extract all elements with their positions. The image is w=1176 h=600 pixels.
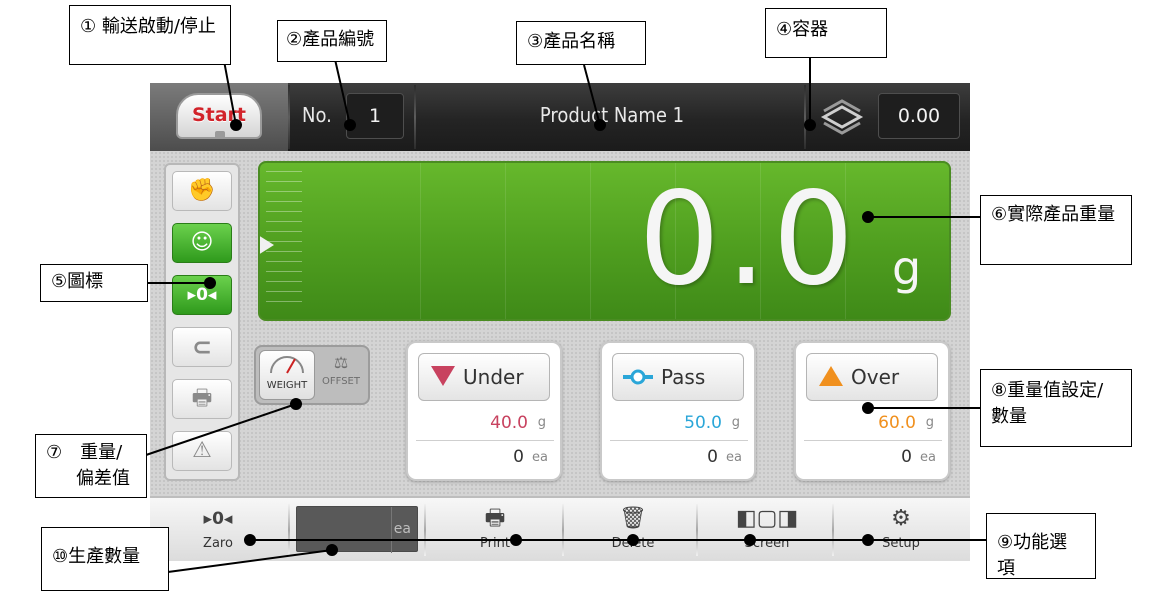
- callout-1-text: ① 輸送啟動/停止: [80, 16, 216, 37]
- top-bar: Start No. 1 Product Name 1 0.00: [150, 83, 970, 151]
- product-name-field[interactable]: Product Name 1: [422, 103, 802, 127]
- down-triangle-icon: [431, 366, 455, 386]
- pass-unit: g: [731, 415, 740, 430]
- production-counter: ea: [296, 506, 418, 553]
- weight-offset-toggle[interactable]: WEIGHT ⚖ OFFSET: [254, 345, 370, 405]
- start-button-label: Start: [191, 104, 247, 126]
- counter-unit: ea: [393, 521, 411, 537]
- over-card: Over 60.0 g 0 ea: [794, 341, 950, 481]
- callout-3: ③產品名稱: [516, 21, 646, 65]
- weight-value: 0.0: [638, 165, 860, 314]
- weight-mode-label: WEIGHT: [266, 380, 308, 391]
- status-icon-column: ✊ ☺ ▸0◂ ⊂ 🖶 ⚠: [164, 163, 240, 481]
- over-count: 0 ea: [806, 447, 938, 473]
- callout-2: ②產品編號: [277, 20, 387, 62]
- callout-10: ⑩生產數量: [41, 527, 169, 591]
- pass-weight-value[interactable]: 50.0 g: [612, 413, 744, 441]
- callout-7: ⑦ 重量/ 偏差值: [35, 434, 147, 498]
- scale-screen: Start No. 1 Product Name 1 0.00 ✊ ☺ ▸0◂ …: [150, 83, 970, 561]
- product-no-field[interactable]: 1: [346, 93, 404, 139]
- callout-6: ⑥實際產品重量: [980, 195, 1132, 265]
- printer-icon[interactable]: 🖶: [172, 379, 232, 419]
- start-area: Start: [150, 83, 288, 151]
- delete-label: Delete: [611, 536, 655, 551]
- zero-arrows-icon[interactable]: ▸0◂: [172, 275, 232, 315]
- zaro-label: Zaro: [203, 536, 233, 551]
- gear-icon: ⚙: [891, 506, 911, 531]
- callout-4: ④容器: [765, 8, 887, 58]
- zaro-button[interactable]: ▸0◂ Zaro: [158, 502, 278, 560]
- start-button[interactable]: Start: [176, 93, 262, 139]
- under-count-unit: ea: [532, 450, 548, 465]
- over-count-unit: ea: [920, 450, 936, 465]
- callout-10-text: ⑩生產數量: [52, 546, 141, 567]
- over-unit: g: [925, 415, 934, 430]
- screen-icon: ◧▢◨: [735, 506, 799, 531]
- over-button[interactable]: Over: [806, 353, 938, 401]
- callout-2-text: ②產品編號: [286, 29, 375, 50]
- pass-value: 50.0: [684, 413, 722, 433]
- trash-icon: 🗑: [619, 506, 647, 531]
- callout-1: ① 輸送啟動/停止: [69, 5, 231, 65]
- callout-7-text-1: ⑦ 重量/: [46, 442, 123, 463]
- weight-unit: g: [892, 241, 922, 295]
- tare-value-field[interactable]: 0.00: [878, 93, 960, 139]
- over-weight-value[interactable]: 60.0 g: [806, 413, 938, 441]
- pass-label: Pass: [661, 365, 706, 389]
- print-label: Print: [480, 536, 510, 551]
- over-label: Over: [851, 365, 900, 389]
- hand-stop-icon[interactable]: ✊: [172, 171, 232, 211]
- under-value: 40.0: [490, 413, 528, 433]
- product-no-label: No.: [302, 103, 332, 127]
- over-count-value: 0: [901, 447, 912, 467]
- under-count: 0 ea: [418, 447, 550, 473]
- pass-count-value: 0: [707, 447, 718, 467]
- bottom-toolbar: ▸0◂ Zaro ea 🖶 Print 🗑 Delete ◧▢◨ Screen …: [150, 496, 970, 561]
- callout-5: ⑤圖標: [40, 264, 148, 302]
- callout-9: ⑨功能選項: [986, 513, 1096, 579]
- screen-label: Screen: [744, 536, 790, 551]
- under-weight-value[interactable]: 40.0 g: [418, 413, 550, 441]
- screen-button[interactable]: ◧▢◨ Screen: [702, 502, 832, 560]
- pass-count: 0 ea: [612, 447, 744, 473]
- under-button[interactable]: Under: [418, 353, 550, 401]
- smile-face-icon[interactable]: ☺: [172, 223, 232, 263]
- offset-icon: ⚖: [333, 353, 349, 372]
- pass-card: Pass 50.0 g 0 ea: [600, 341, 756, 481]
- callout-9-text: ⑨功能選項: [997, 532, 1068, 579]
- callout-7-text-2: 偏差值: [76, 468, 130, 489]
- callout-6-text: ⑥實際產品重量: [991, 204, 1116, 225]
- print-button[interactable]: 🖶 Print: [430, 502, 560, 560]
- callout-4-text: ④容器: [776, 19, 829, 40]
- pass-button[interactable]: Pass: [612, 353, 744, 401]
- under-unit: g: [537, 415, 546, 430]
- gauge-icon: [270, 356, 304, 374]
- callout-3-text: ③產品名稱: [527, 31, 616, 52]
- callout-8-text: ⑧重量值設定/數量: [991, 380, 1104, 427]
- setup-label: Setup: [882, 536, 920, 551]
- warning-triangle-icon[interactable]: ⚠: [172, 431, 232, 471]
- under-count-value: 0: [513, 447, 524, 467]
- delete-button[interactable]: 🗑 Delete: [568, 502, 698, 560]
- offset-mode-button[interactable]: ⚖ OFFSET: [316, 350, 366, 400]
- under-label: Under: [463, 365, 524, 389]
- over-value: 60.0: [878, 413, 916, 433]
- under-card: Under 40.0 g 0 ea: [406, 341, 562, 481]
- offset-mode-label: OFFSET: [322, 376, 360, 387]
- printer-icon: 🖶: [484, 506, 506, 531]
- up-triangle-icon: [819, 366, 843, 386]
- container-stack-icon[interactable]: [818, 97, 866, 137]
- setup-button[interactable]: ⚙ Setup: [838, 502, 964, 560]
- main-area: ✊ ☺ ▸0◂ ⊂ 🖶 ⚠ 0.0 g WEIGHT ⚖ OFFSET Unde…: [150, 151, 970, 496]
- callout-8: ⑧重量值設定/數量: [980, 369, 1132, 447]
- pass-count-unit: ea: [726, 450, 742, 465]
- weight-display: 0.0 g: [258, 161, 951, 321]
- zero-arrows-icon: ▸0◂: [203, 509, 233, 529]
- callout-5-text: ⑤圖標: [51, 271, 104, 292]
- weight-mode-button[interactable]: WEIGHT: [259, 350, 315, 400]
- scale-pointer-icon: [260, 235, 274, 255]
- target-icon: [623, 369, 653, 385]
- magnet-icon[interactable]: ⊂: [172, 327, 232, 367]
